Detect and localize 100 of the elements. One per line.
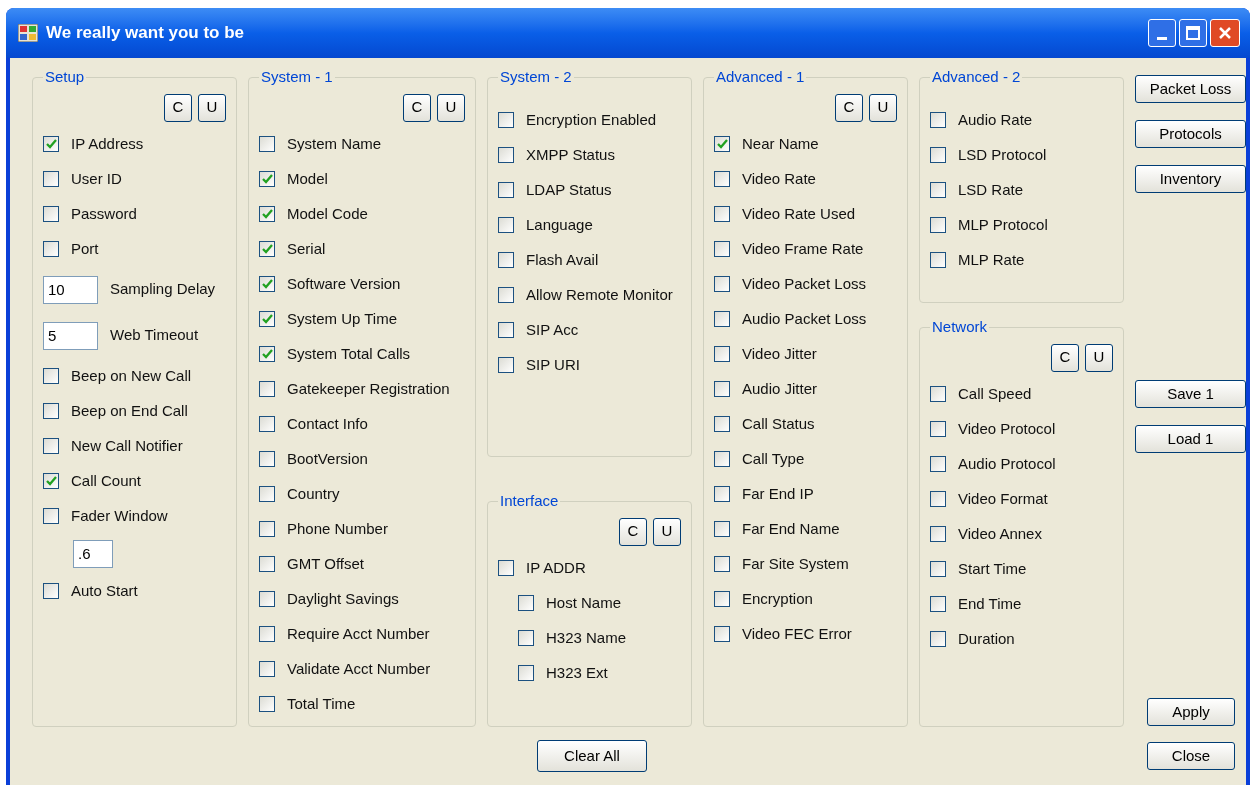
checkbox[interactable] bbox=[259, 171, 275, 187]
checkbox[interactable] bbox=[714, 346, 730, 362]
checkbox[interactable] bbox=[714, 626, 730, 642]
checkbox[interactable] bbox=[259, 661, 275, 677]
group-title: Network bbox=[931, 317, 988, 337]
checkbox[interactable] bbox=[930, 147, 946, 163]
checkbox[interactable] bbox=[930, 112, 946, 128]
checkbox[interactable] bbox=[930, 252, 946, 268]
toggle-button[interactable]: U bbox=[869, 93, 897, 122]
checkbox[interactable] bbox=[498, 217, 514, 233]
side-button[interactable]: Close bbox=[1147, 742, 1235, 770]
checkbox[interactable] bbox=[43, 508, 59, 524]
toggle-button[interactable]: U bbox=[653, 517, 681, 546]
checkbox[interactable] bbox=[714, 381, 730, 397]
toggle-button[interactable]: C bbox=[835, 93, 863, 122]
checkbox[interactable] bbox=[43, 473, 59, 489]
checkbox[interactable] bbox=[714, 556, 730, 572]
input-field[interactable]: .6 bbox=[73, 539, 113, 568]
checkbox[interactable] bbox=[518, 595, 534, 611]
checkbox[interactable] bbox=[714, 171, 730, 187]
checkbox-label: BootVersion bbox=[287, 448, 368, 469]
checkbox[interactable] bbox=[259, 626, 275, 642]
checkbox[interactable] bbox=[259, 521, 275, 537]
checkbox[interactable] bbox=[498, 357, 514, 373]
checkbox-label: SIP URI bbox=[526, 354, 580, 375]
checkbox[interactable] bbox=[498, 182, 514, 198]
group-title: System - 2 bbox=[499, 67, 573, 87]
checkbox[interactable] bbox=[714, 521, 730, 537]
checkbox[interactable] bbox=[259, 346, 275, 362]
side-button[interactable]: Packet Loss bbox=[1135, 75, 1246, 103]
checkbox[interactable] bbox=[498, 112, 514, 128]
checkbox[interactable] bbox=[259, 416, 275, 432]
toggle-button[interactable]: C bbox=[164, 93, 192, 122]
checkbox[interactable] bbox=[259, 696, 275, 712]
checkbox[interactable] bbox=[43, 583, 59, 599]
checkbox[interactable] bbox=[43, 368, 59, 384]
checkbox[interactable] bbox=[498, 322, 514, 338]
checkbox[interactable] bbox=[43, 438, 59, 454]
checkbox[interactable] bbox=[259, 241, 275, 257]
side-button[interactable]: Apply bbox=[1147, 698, 1235, 726]
checkbox[interactable] bbox=[930, 182, 946, 198]
toggle-button[interactable]: C bbox=[403, 93, 431, 122]
checkbox[interactable] bbox=[930, 561, 946, 577]
checkbox[interactable] bbox=[930, 386, 946, 402]
checkbox[interactable] bbox=[518, 630, 534, 646]
checkbox[interactable] bbox=[43, 206, 59, 222]
checkbox[interactable] bbox=[43, 171, 59, 187]
checkbox[interactable] bbox=[498, 560, 514, 576]
checkbox[interactable] bbox=[714, 311, 730, 327]
input-field[interactable]: 5 bbox=[43, 321, 98, 350]
side-button[interactable]: Load 1 bbox=[1135, 425, 1246, 453]
checkbox[interactable] bbox=[930, 217, 946, 233]
checkbox[interactable] bbox=[930, 421, 946, 437]
checkbox[interactable] bbox=[43, 136, 59, 152]
checkbox[interactable] bbox=[498, 147, 514, 163]
checkbox[interactable] bbox=[930, 631, 946, 647]
group-title: Setup bbox=[44, 67, 86, 87]
checkbox[interactable] bbox=[714, 206, 730, 222]
toggle-button[interactable]: C bbox=[1051, 343, 1079, 372]
checkbox[interactable] bbox=[930, 456, 946, 472]
checkbox[interactable] bbox=[259, 556, 275, 572]
checkbox[interactable] bbox=[714, 241, 730, 257]
checkbox[interactable] bbox=[259, 136, 275, 152]
checkbox[interactable] bbox=[714, 486, 730, 502]
checkbox-label: Gatekeeper Registration bbox=[287, 378, 450, 399]
checkbox[interactable] bbox=[498, 252, 514, 268]
toggle-button[interactable]: U bbox=[198, 93, 226, 122]
checkbox[interactable] bbox=[714, 416, 730, 432]
checkbox[interactable] bbox=[930, 596, 946, 612]
checkbox[interactable] bbox=[43, 403, 59, 419]
checkbox[interactable] bbox=[714, 276, 730, 292]
checkbox[interactable] bbox=[714, 136, 730, 152]
checkbox[interactable] bbox=[259, 206, 275, 222]
maximize-button[interactable] bbox=[1179, 19, 1207, 47]
close-button[interactable] bbox=[1210, 19, 1240, 47]
clear-all-button[interactable]: Clear All bbox=[537, 740, 647, 772]
checkbox[interactable] bbox=[930, 526, 946, 542]
checkbox[interactable] bbox=[714, 451, 730, 467]
toggle-button[interactable]: U bbox=[437, 93, 465, 122]
toggle-button[interactable]: U bbox=[1085, 343, 1113, 372]
checkbox[interactable] bbox=[259, 311, 275, 327]
side-button[interactable]: Inventory bbox=[1135, 165, 1246, 193]
checkbox[interactable] bbox=[259, 486, 275, 502]
field-label: Sampling Delay bbox=[110, 279, 216, 300]
checkbox[interactable] bbox=[930, 491, 946, 507]
checkbox[interactable] bbox=[259, 381, 275, 397]
checkbox[interactable] bbox=[498, 287, 514, 303]
checkbox[interactable] bbox=[518, 665, 534, 681]
checkbox[interactable] bbox=[43, 241, 59, 257]
toggle-button[interactable]: C bbox=[619, 517, 647, 546]
minimize-button[interactable] bbox=[1148, 19, 1176, 47]
checkbox-label: Video Format bbox=[958, 488, 1048, 509]
checkbox-label: MLP Protocol bbox=[958, 214, 1048, 235]
side-button[interactable]: Save 1 bbox=[1135, 380, 1246, 408]
checkbox[interactable] bbox=[714, 591, 730, 607]
checkbox[interactable] bbox=[259, 451, 275, 467]
input-field[interactable]: 10 bbox=[43, 275, 98, 304]
checkbox[interactable] bbox=[259, 591, 275, 607]
checkbox[interactable] bbox=[259, 276, 275, 292]
side-button[interactable]: Protocols bbox=[1135, 120, 1246, 148]
